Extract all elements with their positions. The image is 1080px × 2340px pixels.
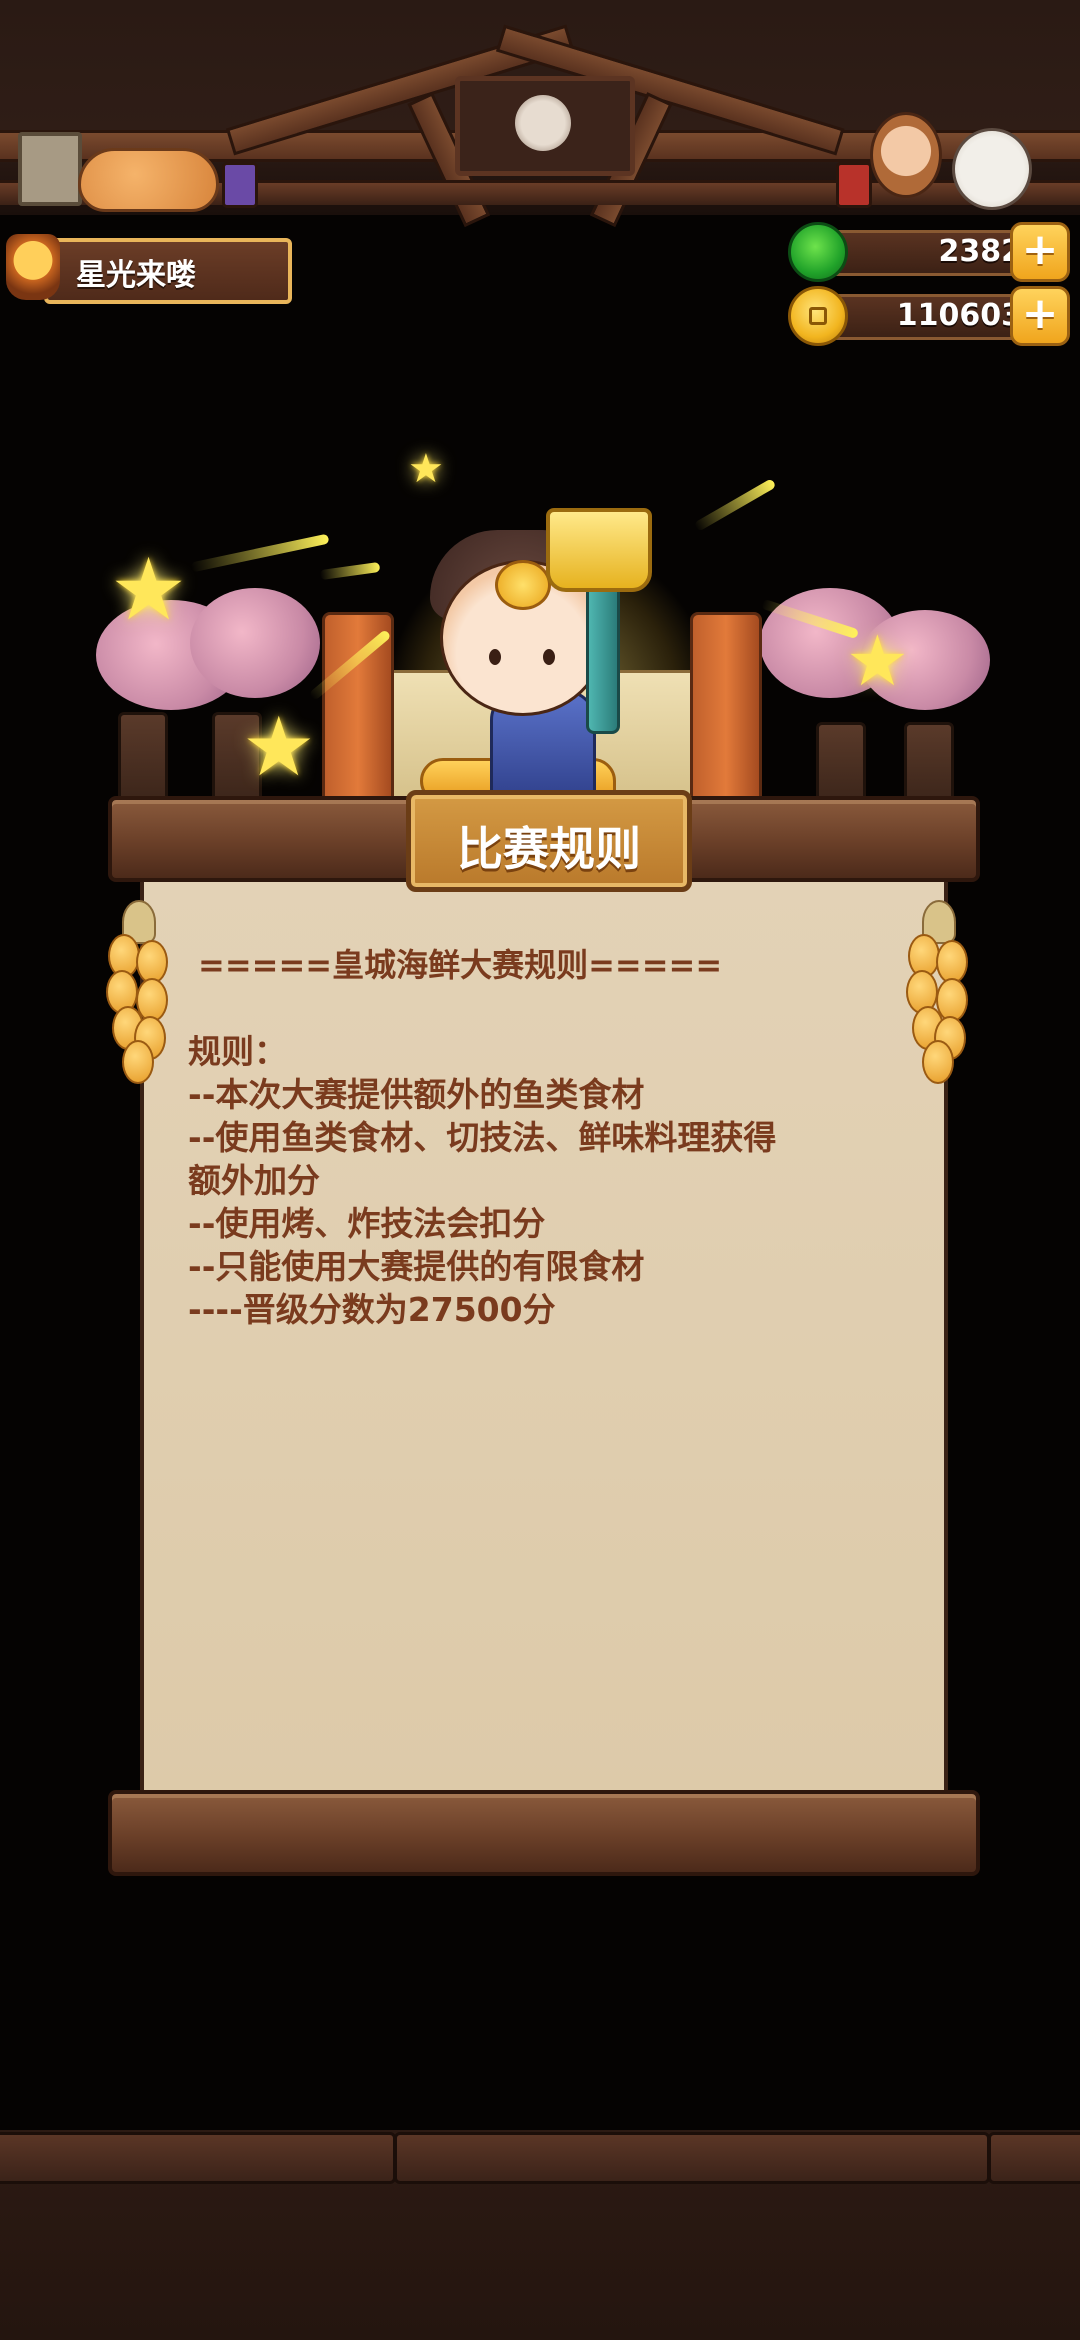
blossom-tree-left (190, 588, 320, 698)
corn-decoration-icon (104, 900, 170, 1084)
floor-board (394, 2132, 990, 2184)
paw-box-icon (18, 132, 82, 206)
rules-line: 规则： (188, 1032, 287, 1071)
scroll-bottom-rod (108, 1790, 980, 1876)
floor-board (0, 2132, 396, 2184)
portrait-cat-icon (515, 95, 571, 151)
rules-line: --只能使用大赛提供的有限食材 (188, 1247, 645, 1286)
rules-line: --本次大赛提供额外的鱼类食材 (188, 1075, 645, 1114)
rules-line: 额外加分 (188, 1161, 320, 1200)
sleeping-cat-icon (78, 148, 219, 212)
jar-icon (836, 162, 872, 208)
star-icon: ★ (408, 446, 444, 492)
green-gem-icon (788, 222, 848, 282)
hammer-handle (586, 578, 620, 734)
chef-avatar-icon (6, 234, 60, 300)
rules-content: =====皇城海鲜大赛规则===== 规则： --本次大赛提供额外的鱼类食材 -… (188, 940, 908, 1331)
character-head-icon (870, 112, 942, 198)
coin-currency-bar: 110603 + (788, 286, 1070, 346)
hero-crown (495, 560, 551, 610)
star-icon: ★ (242, 700, 316, 795)
panel-title-plate: 比赛规则 (406, 790, 692, 892)
rules-line: --使用烤、炸技法会扣分 (188, 1204, 546, 1243)
player-badge[interactable]: 星光来喽 (6, 234, 292, 304)
sparkle-streak (319, 561, 381, 581)
hero-eye (489, 649, 501, 665)
corn-kernel (122, 1040, 154, 1084)
rules-heading: =====皇城海鲜大赛规则===== (198, 946, 723, 984)
top-scene (0, 0, 1080, 228)
add-coin-button[interactable]: + (1010, 286, 1070, 346)
panel-title: 比赛规则 (457, 822, 641, 876)
white-cat-icon (952, 128, 1032, 210)
floor-board (988, 2132, 1080, 2184)
add-green-button[interactable]: + (1010, 222, 1070, 282)
golden-hammer-icon (546, 508, 652, 592)
corn-decoration-icon (904, 900, 970, 1084)
pillar-right (690, 612, 762, 808)
star-icon: ★ (110, 540, 188, 640)
corn-kernel (922, 1040, 954, 1084)
rules-line: --使用鱼类食材、切技法、鲜味料理获得 (188, 1118, 777, 1157)
coin-icon (788, 286, 848, 346)
jar-icon (222, 162, 258, 208)
rules-line: ----晋级分数为27500分 (188, 1290, 556, 1329)
coin-currency-value: 110603 (896, 298, 1022, 333)
player-name: 星光来喽 (76, 258, 196, 293)
hero-eye (543, 649, 555, 665)
green-currency-bar: 2382 + (788, 222, 1070, 282)
sparkle-streak (190, 533, 330, 573)
portrait-frame (455, 76, 635, 176)
sparkle-streak (693, 478, 777, 532)
